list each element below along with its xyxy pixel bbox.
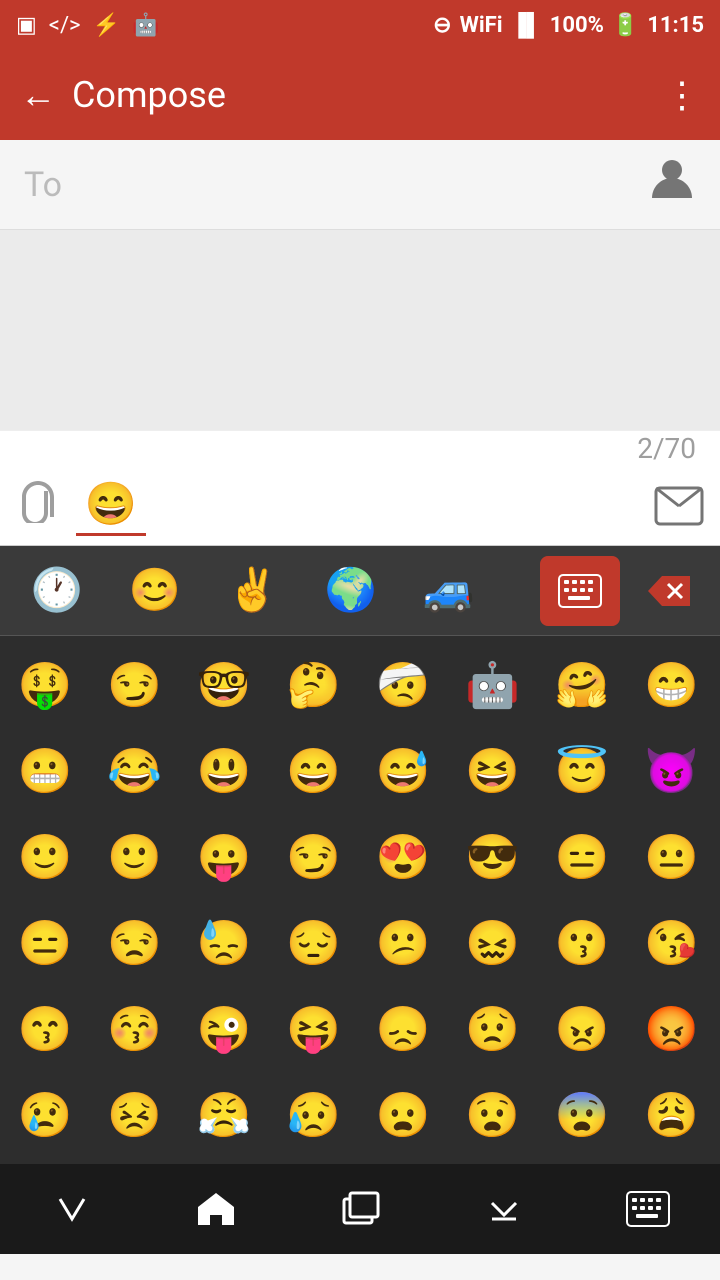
time: 11:15 bbox=[647, 13, 704, 38]
page-title: Compose bbox=[72, 74, 226, 116]
status-bar: ▣ </> ⚡ 🤖 ⊖ WiFi ▐▌ 100% 🔋 11:15 bbox=[0, 0, 720, 50]
contact-picker-button[interactable] bbox=[648, 154, 696, 215]
emoji-smiley[interactable]: 😃 bbox=[183, 730, 265, 812]
app-bar: ← Compose ⋮ bbox=[0, 50, 720, 140]
home-nav-button[interactable] bbox=[151, 1174, 281, 1244]
screen-icon: ▣ bbox=[16, 13, 37, 38]
back-button[interactable]: ← bbox=[20, 74, 56, 116]
android-icon: 🤖 bbox=[132, 13, 159, 38]
emoji-smirk[interactable]: 😏 bbox=[94, 644, 176, 726]
emoji-recent-earth[interactable]: 🌍 bbox=[306, 556, 396, 626]
emoji-sunglasses[interactable]: 😎 bbox=[452, 816, 534, 898]
code-icon: </> bbox=[49, 13, 81, 38]
emoji-hugging[interactable]: 🤗 bbox=[541, 644, 623, 726]
battery-text: 100% bbox=[550, 13, 604, 38]
emoji-pensive[interactable]: 😔 bbox=[273, 902, 355, 984]
emoji-slightly-smiling[interactable]: 🙂 bbox=[4, 816, 86, 898]
emoji-joy[interactable]: 😂 bbox=[94, 730, 176, 812]
emoji-cry[interactable]: 😢 bbox=[4, 1074, 86, 1156]
message-toolbar: 😄 bbox=[0, 466, 720, 546]
emoji-kissing-smiling[interactable]: 😚 bbox=[94, 988, 176, 1070]
emoji-sob[interactable]: 😥 bbox=[273, 1074, 355, 1156]
emoji-kissing-closed[interactable]: 😙 bbox=[4, 988, 86, 1070]
counter-row: 2/70 bbox=[0, 430, 720, 466]
emoji-no-mouth[interactable]: 😑 bbox=[4, 902, 86, 984]
emoji-smiling-devil[interactable]: 😈 bbox=[631, 730, 713, 812]
emoji-keyboard: 🕐 😊 ✌️ 🌍 🚙 bbox=[0, 546, 720, 1164]
emoji-frowning[interactable]: 😦 bbox=[362, 1074, 444, 1156]
back-nav-button[interactable] bbox=[7, 1174, 137, 1244]
emoji-grin[interactable]: 😁 bbox=[631, 644, 713, 726]
emoji-grimace[interactable]: 😬 bbox=[4, 730, 86, 812]
recents-nav-button[interactable] bbox=[295, 1174, 425, 1244]
emoji-expressionless[interactable]: 😑 bbox=[541, 816, 623, 898]
battery-icon: 🔋 bbox=[612, 13, 639, 38]
emoji-recent-peace[interactable]: ✌️ bbox=[208, 556, 298, 626]
emoji-disappointed[interactable]: 😞 bbox=[362, 988, 444, 1070]
to-field-section: To bbox=[0, 140, 720, 230]
emoji-angry[interactable]: 😠 bbox=[541, 988, 623, 1070]
emoji-simple-smile[interactable]: 🙂 bbox=[94, 816, 176, 898]
more-options-button[interactable]: ⋮ bbox=[664, 74, 700, 116]
signal-icon: ▐▌ bbox=[511, 12, 542, 38]
emoji-recent-clock[interactable]: 🕐 bbox=[12, 556, 102, 626]
emoji-money[interactable]: 🤑 bbox=[4, 644, 86, 726]
emoji-top-row: 🕐 😊 ✌️ 🌍 🚙 bbox=[0, 546, 720, 636]
do-not-disturb-icon: ⊖ bbox=[433, 13, 451, 38]
backspace-button[interactable] bbox=[628, 556, 708, 626]
attach-button[interactable] bbox=[16, 479, 60, 533]
wifi-icon: WiFi bbox=[460, 13, 503, 38]
emoji-recent-car[interactable]: 🚙 bbox=[404, 556, 494, 626]
emoji-kissing[interactable]: 😗 bbox=[541, 902, 623, 984]
character-counter: 2/70 bbox=[637, 432, 696, 465]
emoji-fearful[interactable]: 😨 bbox=[541, 1074, 623, 1156]
emoji-unamused[interactable]: 😒 bbox=[94, 902, 176, 984]
status-left-icons: ▣ </> ⚡ 🤖 bbox=[16, 13, 159, 38]
keyboard-nav-button[interactable] bbox=[583, 1174, 713, 1244]
status-right-icons: ⊖ WiFi ▐▌ 100% 🔋 11:15 bbox=[433, 12, 704, 38]
emoji-stuck-tongue-wink[interactable]: 😜 bbox=[183, 988, 265, 1070]
down-nav-button[interactable] bbox=[439, 1174, 569, 1244]
emoji-persevere[interactable]: 😣 bbox=[94, 1074, 176, 1156]
emoji-injured[interactable]: 🤕 bbox=[362, 644, 444, 726]
emoji-worried[interactable]: 😟 bbox=[452, 988, 534, 1070]
emoji-stuck-tongue-closed[interactable]: 😝 bbox=[273, 988, 355, 1070]
emoji-innocent[interactable]: 😇 bbox=[541, 730, 623, 812]
emoji-stuck-out-tongue-winking[interactable]: 😛 bbox=[183, 816, 265, 898]
emoji-button[interactable]: 😄 bbox=[76, 476, 146, 536]
emoji-weary[interactable]: 😩 bbox=[631, 1074, 713, 1156]
emoji-neutral[interactable]: 😐 bbox=[631, 816, 713, 898]
emoji-thinking[interactable]: 🤔 bbox=[273, 644, 355, 726]
emoji-confused[interactable]: 😕 bbox=[362, 902, 444, 984]
emoji-heart-eyes[interactable]: 😍 bbox=[362, 816, 444, 898]
emoji-robot[interactable]: 🤖 bbox=[452, 644, 534, 726]
to-label[interactable]: To bbox=[24, 165, 648, 205]
emoji-confounded[interactable]: 😖 bbox=[452, 902, 534, 984]
emoji-smile[interactable]: 😄 bbox=[273, 730, 355, 812]
app-bar-left: ← Compose bbox=[20, 74, 226, 116]
emoji-steam[interactable]: 😤 bbox=[183, 1074, 265, 1156]
usb-icon: ⚡ bbox=[93, 13, 120, 38]
emoji-smirking[interactable]: 😏 bbox=[273, 816, 355, 898]
keyboard-icon-button[interactable] bbox=[540, 556, 620, 626]
emoji-nerd[interactable]: 🤓 bbox=[183, 644, 265, 726]
emoji-recent-smile[interactable]: 😊 bbox=[110, 556, 200, 626]
emoji-anguished[interactable]: 😧 bbox=[452, 1074, 534, 1156]
message-body-area[interactable] bbox=[0, 230, 720, 430]
emoji-laughing[interactable]: 😆 bbox=[452, 730, 534, 812]
emoji-rage[interactable]: 😡 bbox=[631, 988, 713, 1070]
emoji-grid: 🤑 😏 🤓 🤔 🤕 🤖 🤗 😁 😬 😂 😃 😄 😅 😆 😇 😈 🙂 🙂 😛 😏 … bbox=[0, 636, 720, 1164]
navigation-bar bbox=[0, 1164, 720, 1254]
send-button[interactable] bbox=[654, 484, 704, 528]
emoji-kissing-heart[interactable]: 😘 bbox=[631, 902, 713, 984]
emoji-sweat-smile[interactable]: 😅 bbox=[362, 730, 444, 812]
emoji-cold-sweat[interactable]: 😓 bbox=[183, 902, 265, 984]
